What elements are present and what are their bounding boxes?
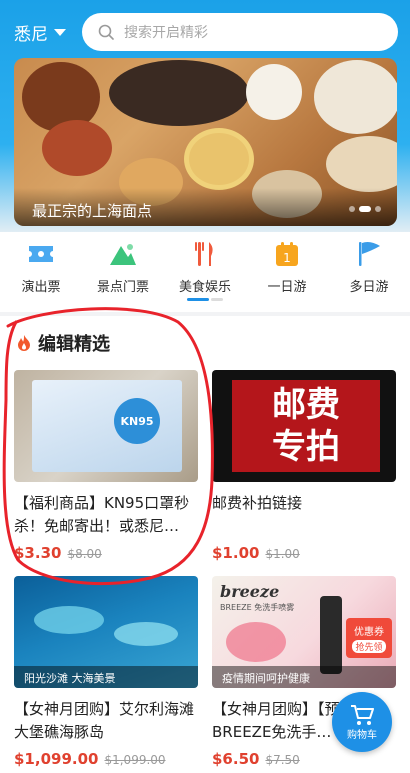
category-item-day-tour[interactable]: 1 一日游 xyxy=(246,232,328,312)
original-price: $1.00 xyxy=(265,547,300,561)
food-dish-image xyxy=(109,60,249,126)
banner-caption: 最正宗的上海面点 xyxy=(14,188,397,226)
product-title: 【女神月团购】艾尔利海滩大堡礁海豚岛 xyxy=(14,700,195,741)
city-selector[interactable]: 悉尼 xyxy=(14,20,66,45)
product-price: $6.50 $7.50 xyxy=(212,750,396,768)
product-price: $3.30 $8.00 xyxy=(14,544,198,562)
product-title: 邮费补拍链接 xyxy=(212,494,303,512)
product-title: 【福利商品】KN95口罩秒杀！免邮寄出！或悉尼… xyxy=(14,494,190,535)
original-price: $7.50 xyxy=(265,753,300,767)
banner-carousel[interactable]: 最正宗的上海面点 xyxy=(14,58,397,226)
product-price: $1.00 $1.00 xyxy=(212,544,396,562)
cart-icon xyxy=(351,704,374,725)
category-page-indicator xyxy=(187,298,223,302)
cart-label: 购物车 xyxy=(347,729,377,741)
product-card[interactable]: 阳光沙滩 大海美景 【女神月团购】艾尔利海滩大堡礁海豚岛 $1,099.00 $… xyxy=(14,576,198,768)
mask-package-image xyxy=(32,380,182,472)
search-icon xyxy=(98,24,114,40)
image-text-line: 专拍 xyxy=(272,427,340,467)
category-label: 演出票 xyxy=(21,280,61,295)
postage-sign-image: 邮费 专拍 xyxy=(232,380,380,472)
original-price: $8.00 xyxy=(67,547,102,561)
flame-icon xyxy=(18,335,30,351)
pagination-dot-active xyxy=(359,206,371,212)
category-label: 美食娱乐 xyxy=(178,280,231,295)
indicator-active xyxy=(187,298,209,301)
coupon-badge-action: 抢先领 xyxy=(352,640,386,653)
coupon-badge-label: 优惠券 xyxy=(354,627,384,638)
image-subtitle: BREEZE 免洗手喷雾 xyxy=(220,603,295,612)
product-image: breeze BREEZE 免洗手喷雾 优惠券 抢先领 疫情期间呵护健康 xyxy=(212,576,396,688)
image-tag: 疫情期间呵护健康 xyxy=(212,666,396,688)
category-item-shows[interactable]: 演出票 xyxy=(0,232,82,312)
fork-knife-icon xyxy=(189,238,221,270)
flower-shape xyxy=(226,622,286,662)
section-heading: 编辑精选 xyxy=(16,330,110,356)
section-title: 编辑精选 xyxy=(38,334,110,355)
calendar-icon: 1 xyxy=(271,238,303,270)
category-item-multi-day-tour[interactable]: 多日游 xyxy=(328,232,410,312)
reef-shape xyxy=(34,606,104,634)
product-image: 阳光沙滩 大海美景 xyxy=(14,576,198,688)
category-label: 一日游 xyxy=(267,280,307,295)
product-image-label: KN95 xyxy=(114,398,160,444)
mountain-icon xyxy=(107,238,139,270)
product-card[interactable]: KN95 【福利商品】KN95口罩秒杀！免邮寄出！或悉尼… $3.30 $8.0… xyxy=(14,370,198,562)
product-price: $1,099.00 $1,099.00 xyxy=(14,750,198,768)
food-dish-image xyxy=(42,120,112,176)
current-price: $1.00 xyxy=(212,544,260,562)
product-image: KN95 xyxy=(14,370,198,482)
food-dish-image xyxy=(326,136,397,192)
category-label: 多日游 xyxy=(349,280,389,295)
spray-bottle-image xyxy=(320,596,342,674)
banner-pagination xyxy=(349,206,381,212)
current-price: $1,099.00 xyxy=(14,750,99,768)
food-dish-image xyxy=(314,60,397,134)
food-dish-image xyxy=(246,64,302,120)
image-text-line: 邮费 xyxy=(272,385,340,425)
cart-button[interactable]: 购物车 xyxy=(332,692,392,752)
pagination-dot xyxy=(375,206,381,212)
ticket-icon xyxy=(25,238,57,270)
search-input[interactable]: 搜索开启精彩 xyxy=(82,13,398,51)
search-placeholder: 搜索开启精彩 xyxy=(124,25,208,41)
category-item-attractions[interactable]: 景点门票 xyxy=(82,232,164,312)
original-price: $1,099.00 xyxy=(104,753,166,767)
current-price: $3.30 xyxy=(14,544,62,562)
product-image: 邮费 专拍 xyxy=(212,370,396,482)
chevron-down-icon xyxy=(54,29,66,36)
food-dish-image xyxy=(184,128,254,190)
image-tag: 阳光沙滩 大海美景 xyxy=(14,666,198,688)
reef-shape xyxy=(114,622,178,646)
svg-text:1: 1 xyxy=(283,251,291,265)
coupon-badge: 优惠券 抢先领 xyxy=(346,618,392,658)
pagination-dot xyxy=(349,206,355,212)
indicator-inactive xyxy=(211,298,223,301)
brand-logo-text: breeze xyxy=(220,582,280,601)
category-label: 景点门票 xyxy=(96,280,149,295)
current-price: $6.50 xyxy=(212,750,260,768)
flag-icon xyxy=(353,238,385,270)
city-label: 悉尼 xyxy=(14,25,48,45)
product-card[interactable]: 邮费 专拍 邮费补拍链接 $1.00 $1.00 xyxy=(212,370,396,562)
